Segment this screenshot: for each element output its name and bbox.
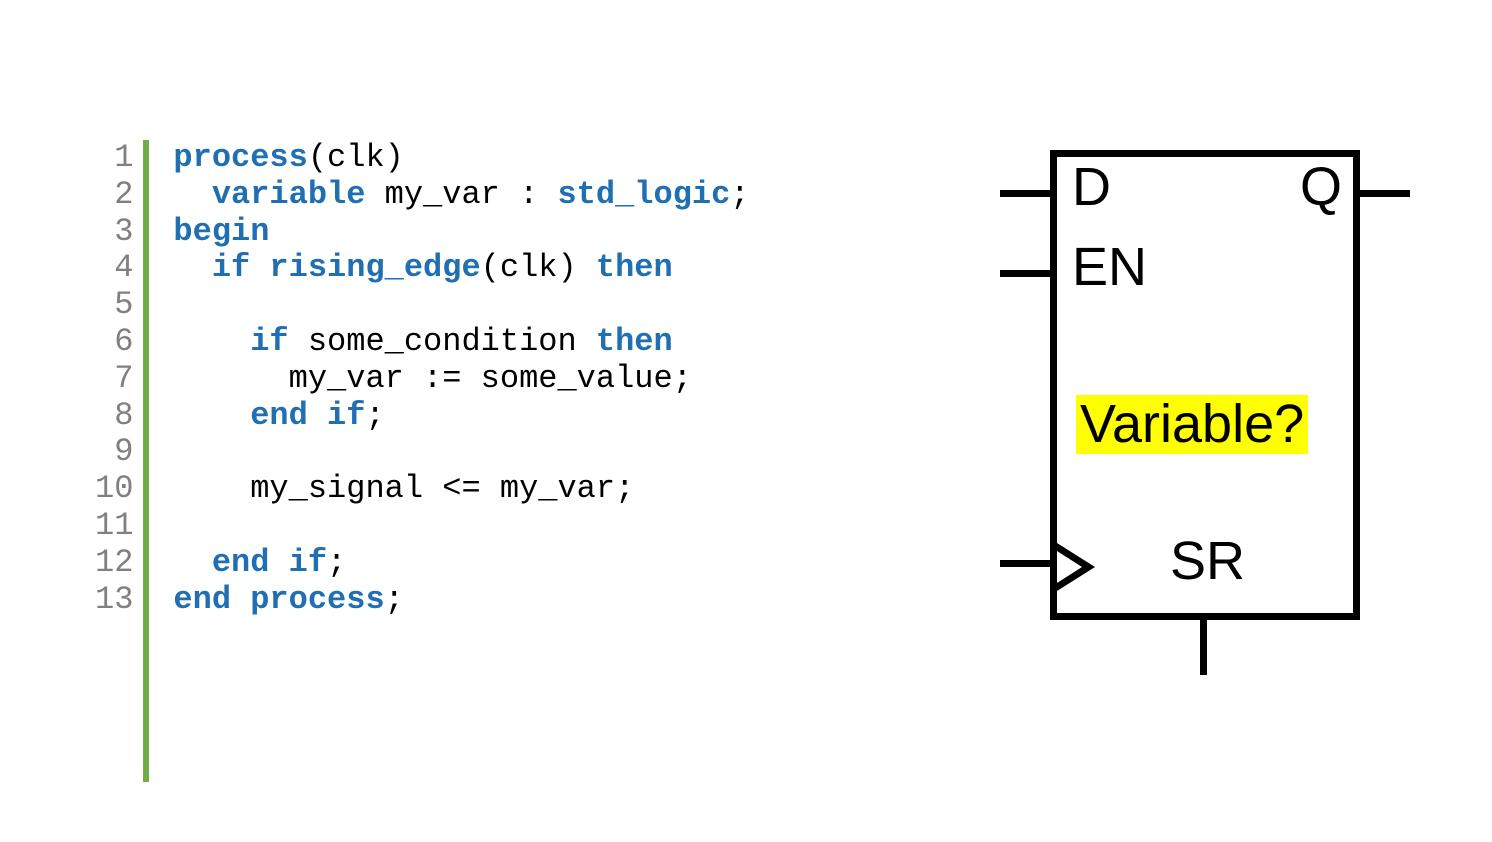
label-sr: SR <box>1170 530 1245 592</box>
code-line: variable my_var : std_logic; <box>173 177 749 214</box>
line-number: 12 <box>95 545 133 582</box>
line-number: 11 <box>95 508 133 545</box>
line-number: 5 <box>95 287 133 324</box>
line-number: 9 <box>95 434 133 471</box>
line-number: 6 <box>95 324 133 361</box>
line-number: 2 <box>95 177 133 214</box>
line-number: 7 <box>95 361 133 398</box>
label-q: Q <box>1300 156 1342 218</box>
code-line: end if; <box>173 545 749 582</box>
line-number: 10 <box>95 471 133 508</box>
code-lines: process(clk) variable my_var : std_logic… <box>149 140 749 782</box>
clock-triangle-icon <box>1057 551 1082 583</box>
line-number: 13 <box>95 582 133 619</box>
line-number-gutter: 1 2 3 4 5 6 7 8 9 10 11 12 13 <box>95 140 149 782</box>
pin-en-line <box>1000 270 1050 277</box>
code-line: end if; <box>173 398 749 435</box>
code-line: process(clk) <box>173 140 749 177</box>
pin-d-line <box>1000 190 1050 197</box>
code-line <box>173 508 749 545</box>
code-block: 1 2 3 4 5 6 7 8 9 10 11 12 13 process(cl… <box>95 140 750 782</box>
code-line <box>173 434 749 471</box>
code-line: end process; <box>173 582 749 619</box>
code-line: begin <box>173 214 749 251</box>
line-number: 3 <box>95 214 133 251</box>
pin-q-line <box>1360 190 1410 197</box>
line-number: 1 <box>95 140 133 177</box>
line-number: 8 <box>95 398 133 435</box>
flipflop-diagram: D Q EN Variable? SR <box>1000 150 1400 710</box>
code-line: my_var := some_value; <box>173 361 749 398</box>
label-d: D <box>1072 156 1111 218</box>
line-number: 4 <box>95 250 133 287</box>
code-line: my_signal <= my_var; <box>173 471 749 508</box>
pin-sr-line <box>1200 620 1207 675</box>
code-line: if rising_edge(clk) then <box>173 250 749 287</box>
label-variable-highlight: Variable? <box>1076 395 1308 454</box>
code-line <box>173 287 749 324</box>
pin-clk-line <box>1000 560 1050 567</box>
code-line: if some_condition then <box>173 324 749 361</box>
label-en: EN <box>1072 236 1147 298</box>
